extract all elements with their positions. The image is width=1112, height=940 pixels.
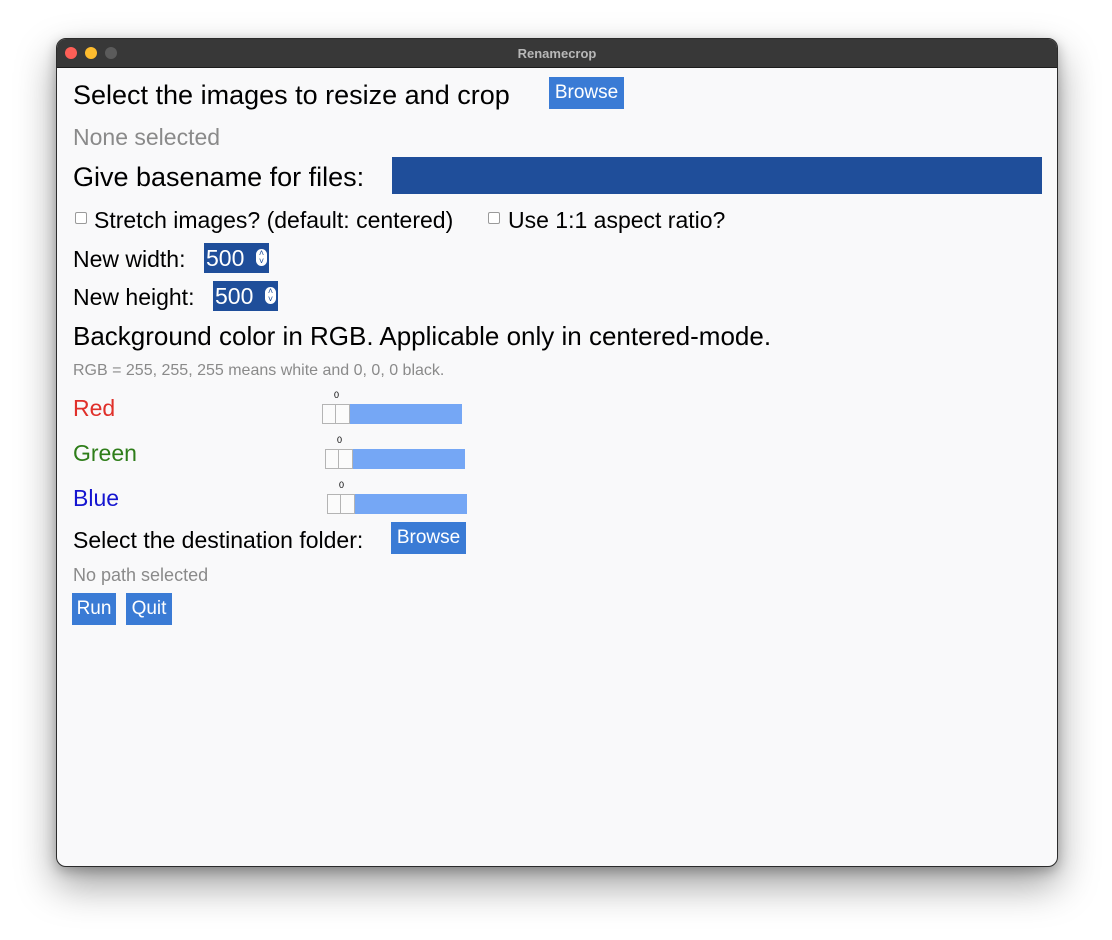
width-spinbox[interactable]: 500 ˄ ˅ [204,243,269,273]
background-hint: RGB = 255, 255, 255 means white and 0, 0… [73,362,445,379]
background-title: Background color in RGB. Applicable only… [73,321,772,351]
red-value: 0 [334,390,340,400]
width-label: New width: [73,246,186,272]
aspect-label: Use 1:1 aspect ratio? [508,207,726,233]
green-slider-handle[interactable] [325,449,353,469]
app-window: Renamecrop Select the images to resize a… [56,38,1058,867]
basename-label: Give basename for files: [73,162,365,192]
stretch-checkbox[interactable] [75,212,87,224]
title-bar: Renamecrop [57,39,1057,68]
window-title: Renamecrop [517,46,597,61]
red-label: Red [73,395,116,421]
images-status: None selected [73,124,221,150]
blue-value: 0 [339,480,345,490]
red-slider-handle[interactable] [322,404,350,424]
blue-label: Blue [73,485,120,511]
height-label: New height: [73,284,195,310]
destination-label: Select the destination folder: [73,527,364,553]
height-value: 500 [215,283,254,309]
basename-input[interactable] [392,157,1042,194]
images-prompt: Select the images to resize and crop [73,80,510,110]
blue-slider-handle[interactable] [327,494,355,514]
height-stepper-icon[interactable]: ˄ ˅ [265,287,276,304]
browse-images-button[interactable]: Browse [549,77,624,109]
main-panel: Select the images to resize and crop Bro… [57,68,1057,866]
stretch-label: Stretch images? (default: centered) [94,207,454,233]
width-stepper-icon[interactable]: ˄ ˅ [256,249,267,266]
height-spinbox[interactable]: 500 ˄ ˅ [213,281,278,311]
destination-status: No path selected [73,565,209,585]
green-label: Green [73,440,137,466]
green-value: 0 [337,435,343,445]
run-button[interactable]: Run [72,593,116,625]
quit-button[interactable]: Quit [126,593,172,625]
aspect-checkbox[interactable] [488,212,500,224]
width-value: 500 [206,245,245,271]
browse-destination-button[interactable]: Browse [391,522,466,554]
